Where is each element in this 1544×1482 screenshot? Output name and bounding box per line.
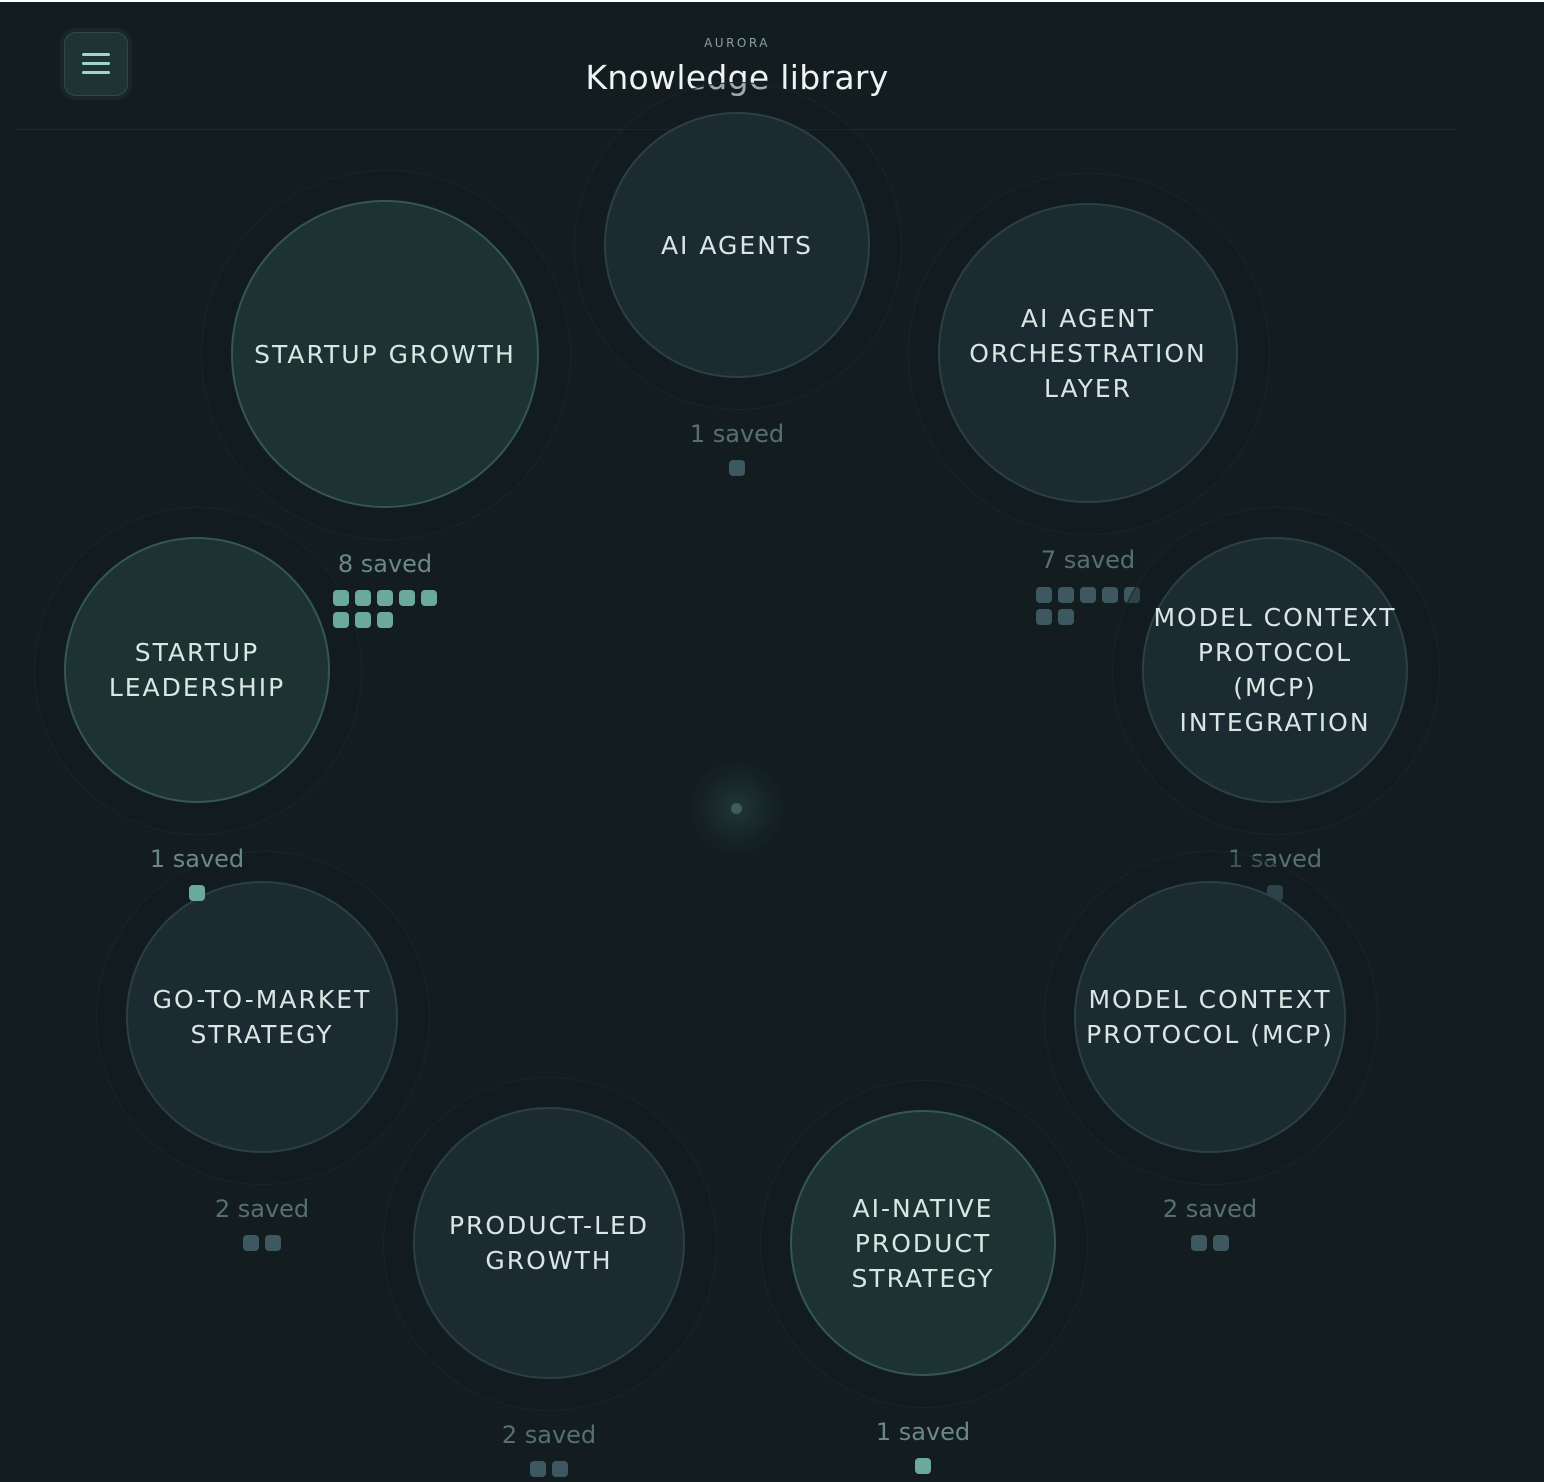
app-frame: AURORA Knowledge library AI AGENTS 1 save… — [0, 0, 1544, 1482]
saved-item-dot — [1036, 609, 1052, 625]
topic-label-line: (MCP) — [1233, 673, 1317, 702]
topic-bubble[interactable]: AI AGENTS — [604, 112, 870, 378]
topic-bubble[interactable]: MODEL CONTEXT PROTOCOL (MCP) INTEGRATION — [1142, 537, 1408, 803]
saved-item-dot — [377, 590, 393, 606]
saved-item-dot — [552, 1461, 568, 1477]
topic-bubble[interactable]: PRODUCT-LED GROWTH — [413, 1107, 685, 1379]
saved-item-dot — [1191, 1235, 1207, 1251]
topic-label: MODEL CONTEXT PROTOCOL (MCP) — [1086, 982, 1334, 1052]
saved-item-dot — [1058, 609, 1074, 625]
saved-item-dot — [729, 460, 745, 476]
topic-bubble[interactable]: AI-NATIVE PRODUCT STRATEGY — [790, 1110, 1056, 1376]
topic-label-line: GROWTH — [485, 1246, 613, 1275]
saved-count: 2 saved — [501, 1421, 597, 1449]
saved-dots — [243, 1235, 281, 1251]
saved-dots — [530, 1461, 568, 1477]
saved-dots — [333, 590, 437, 628]
topic-label: AI-NATIVE PRODUCT STRATEGY — [851, 1191, 994, 1296]
topic-label-line: PRODUCT-LED — [448, 1211, 650, 1240]
saved-count: 1 saved — [875, 1418, 971, 1446]
saved-dots — [189, 885, 205, 901]
saved-dots — [915, 1458, 931, 1474]
topic-label-line: STRATEGY — [190, 1020, 334, 1049]
topic-label: STARTUP LEADERSHIP — [109, 635, 285, 705]
topic-label-line: STARTUP — [134, 638, 260, 667]
saved-count: 1 saved — [149, 845, 245, 873]
topic-label: STARTUP GROWTH — [254, 337, 516, 372]
topic-label-line: PRODUCT — [854, 1228, 992, 1258]
topic-label-line: GO-TO-MARKET — [152, 985, 372, 1014]
topic-bubble[interactable]: GO-TO-MARKET STRATEGY — [126, 881, 398, 1153]
topic-label-line: STARTUP GROWTH — [254, 339, 516, 369]
topic-label-line: INTEGRATION — [1179, 708, 1371, 737]
saved-dots — [1191, 1235, 1229, 1251]
saved-item-dot — [333, 612, 349, 628]
saved-count: 2 saved — [214, 1195, 310, 1223]
topic-bubble[interactable]: MODEL CONTEXT PROTOCOL (MCP) — [1074, 881, 1346, 1153]
topic-label-line: AI-NATIVE — [852, 1193, 994, 1223]
saved-item-dot — [1102, 587, 1118, 603]
saved-item-dot — [377, 612, 393, 628]
saved-count: 8 saved — [337, 550, 433, 578]
hamburger-icon — [82, 53, 110, 56]
topic-label-line: STRATEGY — [851, 1263, 995, 1293]
topic-label-line: PROTOCOL — [1197, 638, 1353, 667]
saved-dots — [729, 460, 745, 476]
topic-label-line: LAYER — [1043, 373, 1133, 403]
topic-label: PRODUCT-LED GROWTH — [449, 1208, 649, 1278]
center-node — [731, 803, 742, 814]
saved-item-dot — [189, 885, 205, 901]
saved-item-dot — [1213, 1235, 1229, 1251]
topic-bubble[interactable]: AI AGENT ORCHESTRATION LAYER — [938, 203, 1238, 503]
saved-item-dot — [915, 1458, 931, 1474]
saved-count: 1 saved — [689, 420, 785, 448]
topic-label-line: AI AGENT — [1020, 303, 1156, 333]
saved-item-dot — [265, 1235, 281, 1251]
topic-label: GO-TO-MARKET STRATEGY — [153, 982, 372, 1052]
topic-label-line: MODEL CONTEXT — [1088, 985, 1332, 1014]
saved-item-dot — [243, 1235, 259, 1251]
topic-label-line: LEADERSHIP — [108, 673, 286, 702]
topic-bubble[interactable]: STARTUP GROWTH — [231, 200, 539, 508]
saved-item-dot — [355, 612, 371, 628]
topic-label-line: ORCHESTRATION — [969, 338, 1207, 368]
saved-item-dot — [1080, 587, 1096, 603]
topic-label: MODEL CONTEXT PROTOCOL (MCP) INTEGRATION — [1153, 600, 1396, 740]
topic-label-line: PROTOCOL (MCP) — [1086, 1020, 1334, 1049]
saved-item-dot — [333, 590, 349, 606]
saved-count: 2 saved — [1162, 1195, 1258, 1223]
app-name: AURORA — [704, 36, 770, 50]
saved-item-dot — [421, 590, 437, 606]
saved-item-dot — [1036, 587, 1052, 603]
saved-item-dot — [1058, 587, 1074, 603]
topic-label-line: AI AGENTS — [660, 230, 814, 260]
topic-label: AI AGENTS — [661, 228, 813, 263]
topic-label-line: MODEL CONTEXT — [1153, 603, 1397, 632]
topic-label: AI AGENT ORCHESTRATION LAYER — [969, 301, 1207, 406]
saved-item-dot — [355, 590, 371, 606]
saved-item-dot — [399, 590, 415, 606]
saved-item-dot — [530, 1461, 546, 1477]
